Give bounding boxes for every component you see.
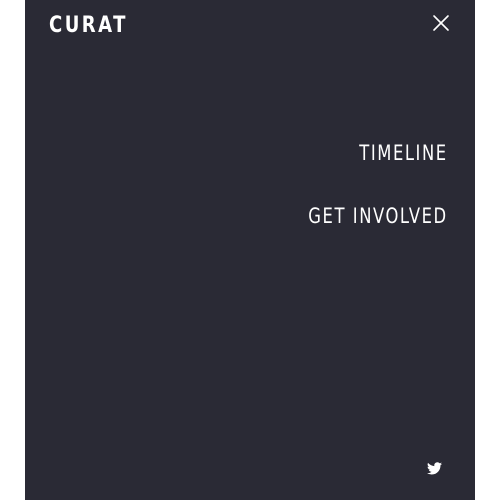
menu-panel: CURAT TIMELINE GET INVOLVED bbox=[25, 0, 475, 500]
twitter-icon bbox=[427, 462, 442, 475]
nav-item-get-involved[interactable]: GET INVOLVED bbox=[309, 201, 448, 231]
close-icon bbox=[433, 15, 449, 31]
brand-logo[interactable]: CURAT bbox=[49, 12, 128, 40]
nav-item-timeline[interactable]: TIMELINE bbox=[309, 138, 448, 168]
main-nav: TIMELINE GET INVOLVED bbox=[269, 138, 448, 231]
twitter-link[interactable] bbox=[427, 462, 442, 475]
close-menu-button[interactable] bbox=[429, 11, 453, 35]
